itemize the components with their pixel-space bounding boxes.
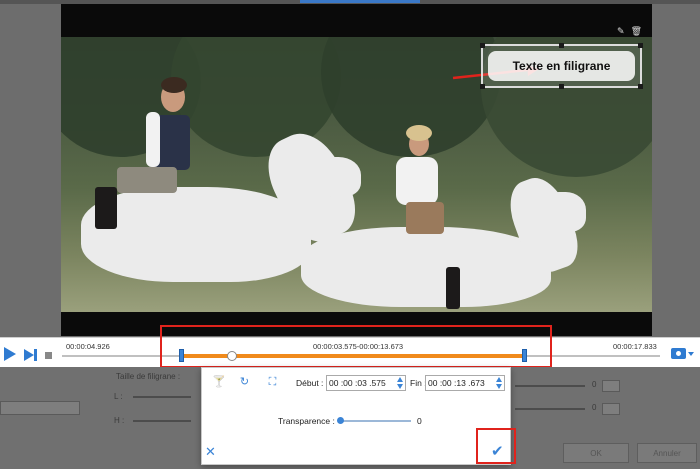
- spin-down-icon[interactable]: [397, 384, 403, 389]
- end-time: 00:00:17.833: [613, 342, 657, 351]
- resize-handle[interactable]: [638, 43, 643, 48]
- rider2-top: [396, 157, 438, 205]
- start-label: Début :: [296, 378, 324, 388]
- ok-button[interactable]: OK: [563, 443, 629, 463]
- height-slider[interactable]: [133, 420, 191, 422]
- watermark-text: Texte en filigrane: [488, 51, 635, 81]
- active-tab-indicator: [300, 0, 420, 3]
- chevron-down-icon[interactable]: [688, 352, 694, 356]
- rider-sleeve: [146, 112, 160, 167]
- rider2-legs: [406, 202, 444, 234]
- delete-trash-icon[interactable]: 🗑: [631, 26, 642, 37]
- resize-handle[interactable]: [480, 43, 485, 48]
- wine-glass-icon[interactable]: 🍸: [212, 376, 226, 389]
- play-next-icon[interactable]: [24, 349, 34, 361]
- end-time-field[interactable]: 00 :00 :13 .673: [425, 375, 505, 391]
- dim-slider-right[interactable]: [515, 385, 585, 387]
- play-next-bar: [34, 349, 37, 361]
- close-icon[interactable]: ✕: [205, 444, 216, 460]
- horse-right: [301, 227, 551, 307]
- width-slider[interactable]: [133, 396, 191, 398]
- dimmed-dropdown[interactable]: [0, 401, 80, 415]
- end-spinner[interactable]: [495, 375, 504, 391]
- camera-lens: [675, 350, 682, 357]
- transparency-knob[interactable]: [337, 417, 344, 424]
- dim-slider-right[interactable]: [515, 408, 585, 410]
- rotate-icon[interactable]: ↻: [238, 376, 251, 389]
- height-label: H :: [114, 416, 125, 425]
- resize-handle[interactable]: [638, 84, 643, 89]
- watermark-box[interactable]: Texte en filigrane: [480, 43, 643, 89]
- frame-tools: ✎ 🗑: [617, 26, 642, 37]
- rider2-hair: [406, 125, 432, 141]
- horse-left-head: [311, 157, 361, 197]
- dim-spinner[interactable]: [602, 403, 620, 415]
- stop-icon[interactable]: [45, 352, 52, 359]
- rider-boot: [95, 187, 117, 229]
- time-range-popup: 🍸 ↻ ⛶ Début : 00 :00 :03 .575 Fin : 00 :…: [201, 367, 511, 465]
- resize-handle[interactable]: [559, 43, 564, 48]
- transparency-label: Transparence :: [278, 416, 335, 426]
- red-highlight-confirm: [476, 428, 516, 464]
- spin-down-icon[interactable]: [496, 384, 502, 389]
- spin-up-icon[interactable]: [496, 377, 502, 382]
- transparency-value: 0: [417, 416, 422, 426]
- start-time-field[interactable]: 00 :00 :03 .575: [326, 375, 406, 391]
- transparency-slider[interactable]: [339, 420, 411, 422]
- horse-right-head: [541, 192, 586, 232]
- start-spinner[interactable]: [396, 375, 405, 391]
- play-icon[interactable]: [4, 347, 16, 361]
- rider-hair: [161, 77, 187, 93]
- rider-legs: [117, 167, 177, 193]
- edit-pencil-icon[interactable]: ✎: [617, 26, 625, 37]
- resize-handle[interactable]: [480, 84, 485, 89]
- current-time: 00:00:04.926: [66, 342, 110, 351]
- l-value: 0: [592, 380, 597, 389]
- h-value: 0: [592, 403, 597, 412]
- video-preview: ✎ 🗑 Texte en filigrane: [61, 4, 652, 336]
- width-label: L :: [114, 392, 123, 401]
- size-label: Taille de filigrane :: [116, 372, 181, 381]
- dim-spinner[interactable]: [602, 380, 620, 392]
- rider2-boot: [446, 267, 460, 309]
- cancel-button[interactable]: Annuler: [637, 443, 697, 463]
- resize-handle[interactable]: [559, 84, 564, 89]
- spin-up-icon[interactable]: [397, 377, 403, 382]
- fit-icon[interactable]: ⛶: [266, 376, 279, 389]
- red-highlight-timeline: [160, 325, 552, 368]
